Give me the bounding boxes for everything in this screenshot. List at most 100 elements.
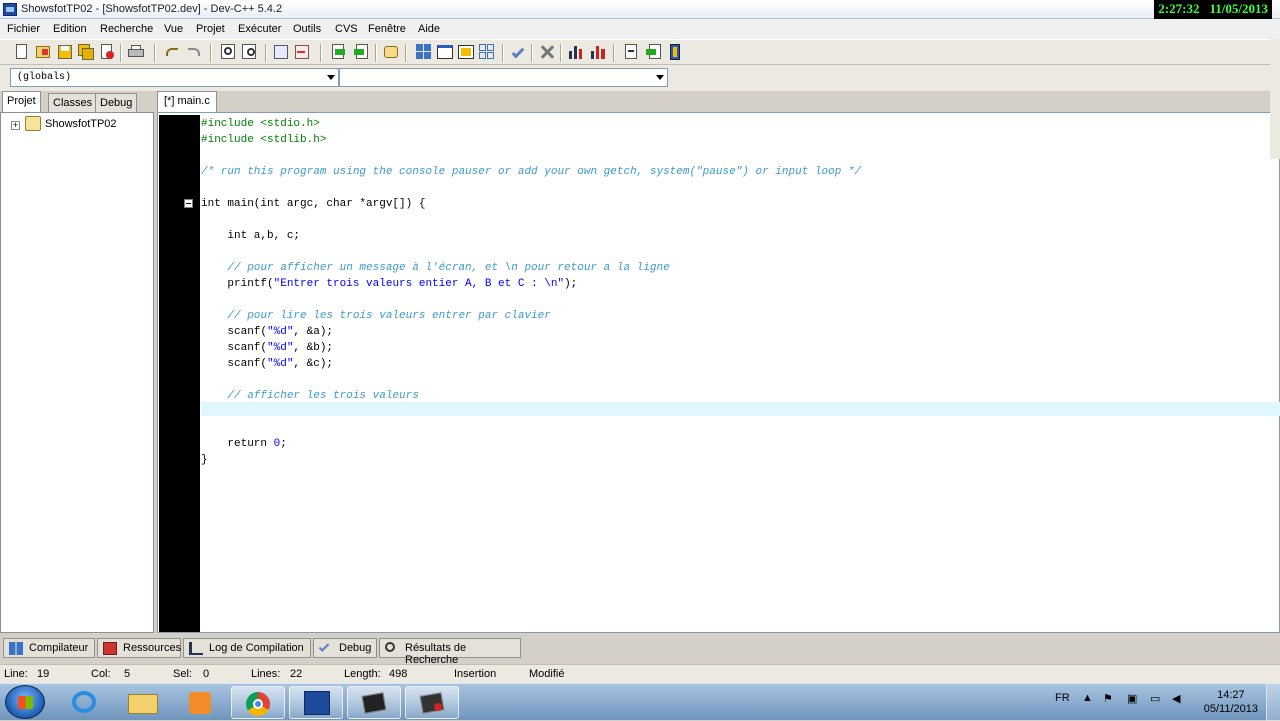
- stop-icon[interactable]: [538, 43, 556, 61]
- menu-projet[interactable]: Projet: [196, 23, 225, 35]
- code-line[interactable]: scanf("%d", &a);: [201, 324, 333, 340]
- tab-log-compilation[interactable]: Log de Compilation: [183, 638, 311, 658]
- clock-time: 2:27:32: [1158, 1, 1200, 16]
- new-file-icon[interactable]: [13, 43, 31, 61]
- redo-icon[interactable]: [185, 43, 203, 61]
- tab-projet[interactable]: Projet: [2, 91, 41, 112]
- tree-item-project[interactable]: ShowsfotTP02: [45, 118, 117, 130]
- chevron-down-icon: [327, 75, 335, 80]
- menu-recherche[interactable]: Recherche: [100, 23, 153, 35]
- remove-from-project-icon[interactable]: [352, 43, 370, 61]
- code-line[interactable]: printf("Entrer trois valeurs entier A, B…: [201, 276, 577, 292]
- fold-collapse-icon[interactable]: [184, 199, 193, 208]
- code-area[interactable]: #include <stdio.h> #include <stdlib.h> /* …: [201, 115, 1279, 632]
- tray-expand-icon[interactable]: ▲: [1082, 692, 1093, 704]
- code-text: scanf(: [201, 358, 268, 370]
- code-line[interactable]: scanf("%d", &b);: [201, 340, 333, 356]
- show-desktop-button[interactable]: [1266, 684, 1280, 721]
- menu-outils[interactable]: Outils: [293, 23, 321, 35]
- code-line[interactable]: }: [201, 452, 208, 468]
- code-line[interactable]: int a,b, c;: [201, 228, 300, 244]
- tab-main-c[interactable]: [*] main.c: [157, 91, 217, 112]
- code-line[interactable]: // pour afficher un message à l'écran, e…: [201, 260, 669, 276]
- bookmark-icon[interactable]: [666, 43, 684, 61]
- save-icon[interactable]: [56, 43, 74, 61]
- tab-classes[interactable]: Classes: [48, 93, 98, 112]
- menu-executer[interactable]: Exécuter: [238, 23, 281, 35]
- code-line[interactable]: return 0;: [201, 436, 286, 452]
- next-icon[interactable]: [645, 43, 663, 61]
- compile-icon[interactable]: [415, 43, 433, 61]
- menu-fenetre[interactable]: Fenêtre: [368, 23, 406, 35]
- code-line[interactable]: int main(int argc, char *argv[]) {: [201, 196, 425, 212]
- toolbar-separator: [531, 44, 533, 62]
- media-player-icon[interactable]: [174, 686, 228, 719]
- console-task-icon-2[interactable]: [405, 686, 459, 719]
- menu-vue[interactable]: Vue: [164, 23, 183, 35]
- tab-debug-label: Debug: [339, 642, 372, 654]
- goto-icon[interactable]: [622, 43, 640, 61]
- toolbar-separator: [375, 44, 377, 62]
- tab-debug-output[interactable]: Debug: [313, 638, 377, 658]
- console-task-icon[interactable]: [347, 686, 401, 719]
- file-explorer-icon[interactable]: [116, 686, 170, 719]
- code-line[interactable]: scanf("%d", &c);: [201, 356, 333, 372]
- flag-icon[interactable]: ⚑: [1103, 692, 1113, 705]
- code-line[interactable]: // afficher les trois valeurs: [201, 388, 418, 404]
- save-all-icon[interactable]: [77, 43, 95, 61]
- code-line[interactable]: #include <stdlib.h>: [201, 132, 326, 148]
- class-icon[interactable]: [382, 43, 400, 61]
- delete-profile-icon[interactable]: [589, 43, 607, 61]
- toolbar-separator: [502, 44, 504, 62]
- unindent-icon[interactable]: [293, 43, 311, 61]
- code-text: scanf(: [201, 342, 268, 354]
- menu-aide[interactable]: Aide: [418, 23, 440, 35]
- find-icon[interactable]: [220, 43, 238, 61]
- open-icon[interactable]: [34, 43, 52, 61]
- replace-icon[interactable]: [241, 43, 259, 61]
- window-title: ShowsfotTP02 - [ShowsfotTP02.dev] - Dev-…: [21, 3, 283, 15]
- tab-debug[interactable]: Debug: [95, 93, 138, 112]
- member-dropdown[interactable]: [339, 68, 668, 87]
- add-to-project-icon[interactable]: [330, 43, 348, 61]
- menu-edition[interactable]: Edition: [53, 23, 87, 35]
- code-line[interactable]: #include <stdio.h>: [201, 116, 320, 132]
- start-button[interactable]: [5, 685, 45, 719]
- close-icon[interactable]: [98, 43, 116, 61]
- chrome-icon[interactable]: [231, 686, 285, 719]
- expand-icon[interactable]: +: [11, 121, 20, 130]
- code-editor[interactable]: #include <stdio.h> #include <stdlib.h> /* …: [157, 112, 1280, 633]
- tab-log-label: Log de Compilation: [209, 642, 304, 654]
- internet-explorer-icon[interactable]: [58, 686, 112, 719]
- indent-icon[interactable]: [272, 43, 290, 61]
- menu-cvs[interactable]: CVS: [335, 23, 358, 35]
- volume-icon[interactable]: ◀: [1172, 692, 1180, 705]
- undo-icon[interactable]: [163, 43, 181, 61]
- scope-dropdown[interactable]: (globals): [10, 68, 339, 87]
- compile-run-icon[interactable]: [457, 43, 475, 61]
- devcpp-task-icon[interactable]: [289, 686, 343, 719]
- status-length-label: Length:: [344, 668, 381, 680]
- code-line[interactable]: /* run this program using the console pa…: [201, 164, 861, 180]
- run-icon[interactable]: [436, 43, 454, 61]
- language-indicator[interactable]: FR: [1055, 692, 1070, 704]
- tray-clock[interactable]: 14:27 05/11/2013: [1204, 688, 1258, 716]
- tab-resultats-recherche[interactable]: Résultats de Recherche: [379, 638, 521, 666]
- rebuild-icon[interactable]: [478, 43, 496, 61]
- print-icon[interactable]: [127, 43, 145, 61]
- tab-ressources[interactable]: Ressources: [97, 638, 181, 658]
- display-icon[interactable]: ▭: [1150, 692, 1160, 705]
- code-line[interactable]: // pour lire les trois valeurs entrer pa…: [201, 308, 550, 324]
- menu-fichier[interactable]: Fichier: [7, 23, 40, 35]
- tab-ressources-label: Ressources: [123, 642, 182, 654]
- status-col-label: Col:: [91, 668, 111, 680]
- check-icon[interactable]: [509, 43, 527, 61]
- status-col: 5: [124, 668, 131, 680]
- scope-value: (globals): [17, 72, 72, 83]
- code-string: "%d": [267, 326, 294, 338]
- code-text: );: [564, 278, 578, 290]
- tab-compilateur[interactable]: Compilateur: [3, 638, 95, 658]
- network-icon[interactable]: ▣: [1127, 692, 1137, 705]
- profile-icon[interactable]: [567, 43, 585, 61]
- search-icon: [385, 642, 395, 652]
